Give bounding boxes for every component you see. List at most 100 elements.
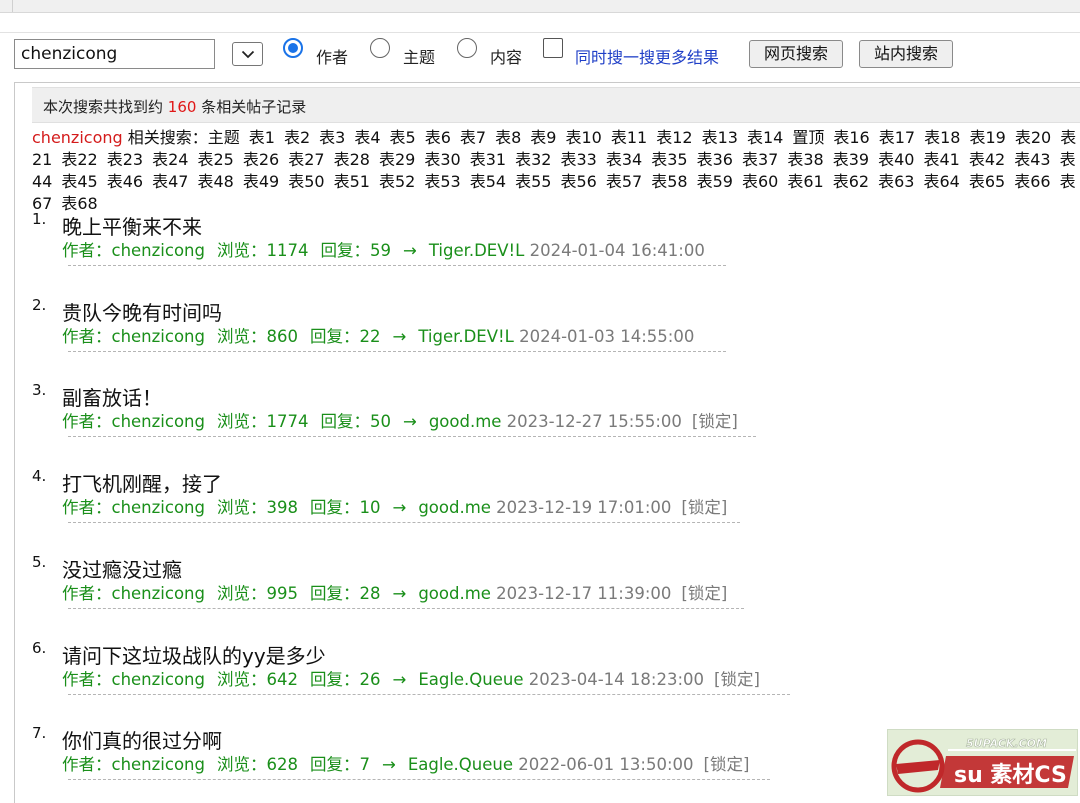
- related-tag[interactable]: 表28: [334, 150, 370, 169]
- result-last-user[interactable]: Tiger.DEV!L: [429, 241, 525, 260]
- related-tag[interactable]: 表29: [379, 150, 415, 169]
- search-input[interactable]: [14, 39, 215, 69]
- result-title[interactable]: 没过瘾没过瘾: [62, 554, 182, 583]
- related-tag[interactable]: 表47: [152, 172, 188, 191]
- result-author[interactable]: chenzicong: [112, 755, 205, 774]
- related-tag[interactable]: 表40: [878, 150, 914, 169]
- related-tag[interactable]: 表67: [32, 172, 1076, 213]
- related-tag[interactable]: 表8: [495, 128, 521, 147]
- related-tag[interactable]: 表26: [243, 150, 279, 169]
- site-search-button[interactable]: 站内搜索: [859, 40, 953, 68]
- related-tag[interactable]: 表44: [32, 150, 1076, 191]
- related-tag[interactable]: 表46: [107, 172, 143, 191]
- result-title[interactable]: 打飞机刚醒，接了: [62, 468, 222, 497]
- related-tag[interactable]: 表16: [833, 128, 869, 147]
- related-tag[interactable]: 表10: [565, 128, 601, 147]
- related-tag[interactable]: 表35: [651, 150, 687, 169]
- related-tag[interactable]: 表62: [833, 172, 869, 191]
- related-tag[interactable]: 表7: [460, 128, 486, 147]
- related-tag[interactable]: 表58: [651, 172, 687, 191]
- result-last-user[interactable]: good.me: [418, 584, 491, 603]
- result-last-user[interactable]: Eagle.Queue: [418, 670, 523, 689]
- result-author[interactable]: chenzicong: [112, 584, 205, 603]
- radio-author[interactable]: [283, 38, 303, 58]
- result-title[interactable]: 贵队今晚有时间吗: [62, 297, 222, 326]
- related-tag[interactable]: 表18: [924, 128, 960, 147]
- result-author[interactable]: chenzicong: [112, 498, 205, 517]
- related-tag[interactable]: 表51: [334, 172, 370, 191]
- related-keyword[interactable]: chenzicong: [32, 128, 123, 147]
- related-tag[interactable]: 表23: [107, 150, 143, 169]
- related-tag[interactable]: 表12: [656, 128, 692, 147]
- related-tag[interactable]: 表4: [354, 128, 380, 147]
- related-tag[interactable]: 表2: [284, 128, 310, 147]
- related-tag[interactable]: 表45: [61, 172, 97, 191]
- related-tag[interactable]: 表42: [969, 150, 1005, 169]
- related-tag[interactable]: 表36: [697, 150, 733, 169]
- result-author[interactable]: chenzicong: [112, 670, 205, 689]
- result-last-user[interactable]: Tiger.DEV!L: [418, 327, 514, 346]
- also-search-checkbox[interactable]: [543, 38, 563, 58]
- related-tag[interactable]: 置顶: [792, 128, 824, 147]
- related-tag[interactable]: 表37: [742, 150, 778, 169]
- related-tag[interactable]: 表1: [249, 128, 275, 147]
- related-tag[interactable]: 表66: [1014, 172, 1050, 191]
- web-search-button[interactable]: 网页搜索: [749, 40, 843, 68]
- related-tag[interactable]: 表5: [390, 128, 416, 147]
- related-tag[interactable]: 表61: [787, 172, 823, 191]
- related-tag[interactable]: 表31: [470, 150, 506, 169]
- result-title[interactable]: 晚上平衡来不来: [62, 211, 202, 240]
- related-tag[interactable]: 表30: [424, 150, 460, 169]
- radio-subject-label[interactable]: 主题: [403, 44, 435, 68]
- related-tag[interactable]: 表43: [1014, 150, 1050, 169]
- related-tag[interactable]: 表56: [560, 172, 596, 191]
- result-author[interactable]: chenzicong: [112, 241, 205, 260]
- result-title[interactable]: 请问下这垃圾战队的yy是多少: [62, 640, 326, 669]
- result-author[interactable]: chenzicong: [112, 412, 205, 431]
- related-tag[interactable]: 表60: [742, 172, 778, 191]
- related-tag[interactable]: 表48: [197, 172, 233, 191]
- related-tag[interactable]: 表24: [152, 150, 188, 169]
- related-tag[interactable]: 表54: [470, 172, 506, 191]
- radio-content-label[interactable]: 内容: [490, 44, 522, 68]
- related-tag[interactable]: 表20: [1015, 128, 1051, 147]
- related-tag[interactable]: 表11: [611, 128, 647, 147]
- radio-subject[interactable]: [370, 38, 390, 58]
- related-tag[interactable]: 表59: [697, 172, 733, 191]
- related-tag[interactable]: 表52: [379, 172, 415, 191]
- related-tag[interactable]: 表38: [787, 150, 823, 169]
- related-tag[interactable]: 表41: [923, 150, 959, 169]
- related-tag[interactable]: 表9: [530, 128, 556, 147]
- result-last-user[interactable]: Eagle.Queue: [408, 755, 513, 774]
- related-tag[interactable]: 表3: [319, 128, 345, 147]
- result-title[interactable]: 你们真的很过分啊: [62, 725, 222, 754]
- result-last-user[interactable]: good.me: [418, 498, 491, 517]
- related-tag[interactable]: 表64: [923, 172, 959, 191]
- also-search-link[interactable]: 同时搜一搜更多结果: [575, 44, 719, 68]
- related-tag[interactable]: 表22: [61, 150, 97, 169]
- related-tag[interactable]: 表53: [424, 172, 460, 191]
- result-last-user[interactable]: good.me: [429, 412, 502, 431]
- related-tag[interactable]: 表6: [425, 128, 451, 147]
- related-tag[interactable]: 表39: [833, 150, 869, 169]
- related-tag[interactable]: 表32: [515, 150, 551, 169]
- related-tag[interactable]: 表17: [879, 128, 915, 147]
- related-tag[interactable]: 表57: [606, 172, 642, 191]
- search-scope-dropdown[interactable]: [232, 42, 263, 66]
- related-tag[interactable]: 表19: [969, 128, 1005, 147]
- related-tag[interactable]: 表13: [702, 128, 738, 147]
- related-tag[interactable]: 表27: [288, 150, 324, 169]
- related-tag[interactable]: 表65: [969, 172, 1005, 191]
- related-tag[interactable]: 表55: [515, 172, 551, 191]
- result-title[interactable]: 副畜放话！: [62, 382, 162, 411]
- result-author[interactable]: chenzicong: [112, 327, 205, 346]
- related-tag[interactable]: 表49: [243, 172, 279, 191]
- related-tag[interactable]: 表63: [878, 172, 914, 191]
- related-tag[interactable]: 表34: [606, 150, 642, 169]
- related-tag[interactable]: 表14: [747, 128, 783, 147]
- related-tag[interactable]: 表25: [197, 150, 233, 169]
- radio-author-label[interactable]: 作者: [316, 44, 348, 68]
- related-tag[interactable]: 表50: [288, 172, 324, 191]
- related-tag[interactable]: 主题: [208, 128, 240, 147]
- related-tag[interactable]: 表33: [560, 150, 596, 169]
